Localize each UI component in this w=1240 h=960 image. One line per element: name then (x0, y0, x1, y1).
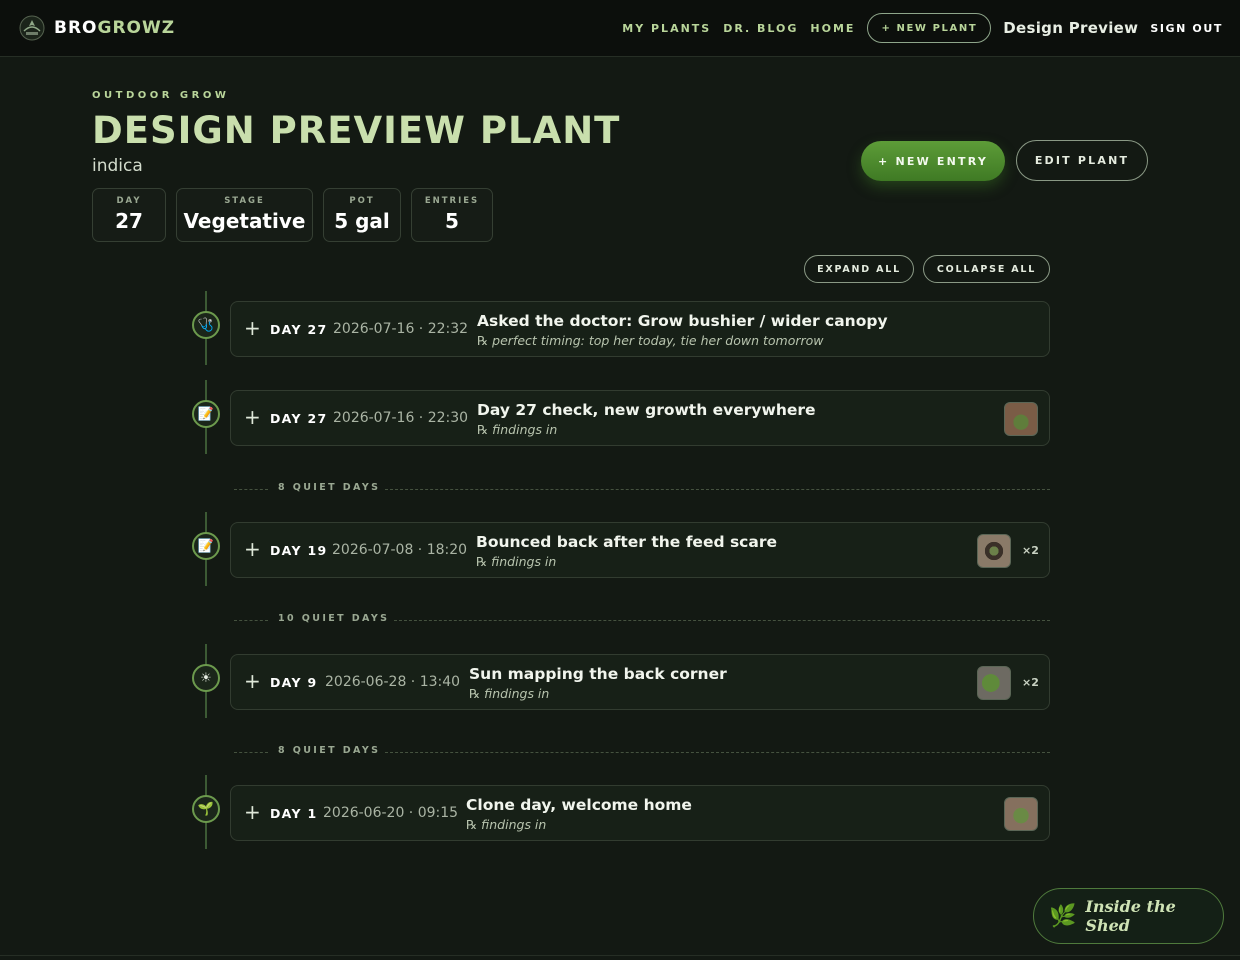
divider-line (385, 489, 1050, 490)
entry-day: DAY 27 (270, 322, 328, 337)
quiet-days-divider: 8 QUIET DAYS (234, 482, 1050, 496)
entry-date: 2026-06-20 · 09:15 (323, 805, 459, 821)
photo-thumbnail[interactable] (1004, 797, 1038, 831)
timeline-entry[interactable]: + DAY 1 2026-06-20 · 09:15 Clone day, welco… (230, 785, 1050, 841)
stat-label: POT (349, 196, 375, 206)
photo-count: ×2 (1022, 544, 1039, 557)
entry-title: Asked the doctor: Grow bushier / wider c… (477, 312, 888, 330)
brand-name: BROGROWZ (54, 18, 176, 38)
timeline-entry[interactable]: + DAY 27 2026-07-16 · 22:32 Asked the docto… (230, 301, 1050, 357)
quiet-days-label: 8 QUIET DAYS (278, 745, 381, 756)
brand-logo-icon (19, 15, 45, 41)
photo-thumbnail[interactable] (977, 534, 1011, 568)
nav-link-my-plants[interactable]: MY PLANTS (622, 22, 711, 35)
divider-line (234, 620, 268, 621)
expand-plus-icon[interactable]: + (244, 800, 261, 824)
divider-line (234, 752, 268, 753)
expand-plus-icon[interactable]: + (244, 537, 261, 561)
nav-new-plant-button[interactable]: + NEW PLANT (867, 13, 992, 43)
entry-day: DAY 1 (270, 806, 318, 821)
brand[interactable]: BROGROWZ (18, 14, 175, 42)
stat-label: STAGE (224, 196, 265, 206)
entry-subtitle: ℞ findings in (466, 817, 547, 832)
stat-card-stage: STAGE Vegetative (176, 188, 313, 242)
stat-card-pot: POT 5 gal (323, 188, 401, 242)
stat-cards: DAY 27 STAGE Vegetative POT 5 gal ENTRIE… (92, 188, 493, 242)
expand-plus-icon[interactable]: + (244, 669, 261, 693)
expand-plus-icon[interactable]: + (244, 405, 261, 429)
stat-value: Vegetative (183, 209, 306, 233)
photo-count: ×2 (1022, 676, 1039, 689)
entry-day: DAY 27 (270, 411, 328, 426)
entry-date: 2026-06-28 · 13:40 (325, 674, 461, 690)
entry-date: 2026-07-16 · 22:32 (333, 321, 469, 337)
entry-title: Sun mapping the back corner (469, 665, 727, 683)
stat-value: 5 (445, 209, 459, 233)
nav-user-name[interactable]: Design Preview (1003, 19, 1138, 37)
entry-subtitle: ℞ findings in (469, 686, 550, 701)
seedling-icon: 🌱 (192, 795, 220, 823)
inside-the-shed-label: Inside the Shed (1085, 897, 1176, 935)
entry-date: 2026-07-08 · 18:20 (332, 542, 468, 558)
stat-card-entries: ENTRIES 5 (411, 188, 493, 242)
stat-label: DAY (116, 196, 142, 206)
collapse-all-button[interactable]: COLLAPSE ALL (923, 255, 1050, 283)
notepad-icon: 📝 (192, 532, 220, 560)
entry-title: Bounced back after the feed scare (476, 533, 777, 551)
nav-link-dr-blog[interactable]: DR. BLOG (723, 22, 798, 35)
nav-link-home[interactable]: HOME (810, 22, 855, 35)
edit-plant-button[interactable]: EDIT PLANT (1016, 140, 1148, 181)
divider-line (385, 752, 1050, 753)
quiet-days-label: 10 QUIET DAYS (278, 613, 390, 624)
entry-subtitle: ℞ findings in (477, 422, 558, 437)
grow-type-kicker: OUTDOOR GROW (92, 90, 230, 101)
entry-subtitle: ℞ findings in (476, 554, 557, 569)
timeline-entry[interactable]: + DAY 27 2026-07-16 · 22:30 Day 27 check, n… (230, 390, 1050, 446)
top-nav: BROGROWZ MY PLANTS DR. BLOG HOME + NEW P… (0, 0, 1240, 57)
entry-title: Day 27 check, new growth everywhere (477, 401, 816, 419)
photo-thumbnail[interactable] (977, 666, 1011, 700)
new-entry-button[interactable]: + NEW ENTRY (861, 141, 1005, 181)
expand-all-button[interactable]: EXPAND ALL (804, 255, 914, 283)
entry-day: DAY 9 (270, 675, 318, 690)
stat-value: 27 (115, 209, 143, 233)
leaf-icon: 🌿 (1049, 903, 1077, 929)
footer-divider (0, 955, 1240, 956)
strain-label: indica (92, 156, 143, 176)
expand-plus-icon[interactable]: + (244, 316, 261, 340)
entry-subtitle: ℞ perfect timing: top her today, tie her… (477, 333, 824, 348)
inside-the-shed-badge[interactable]: 🌿 Inside the Shed (1033, 888, 1224, 944)
stethoscope-icon: 🩺 (192, 311, 220, 339)
divider-line (394, 620, 1050, 621)
photo-thumbnail[interactable] (1004, 402, 1038, 436)
divider-line (234, 489, 268, 490)
entry-day: DAY 19 (270, 543, 328, 558)
quiet-days-divider: 10 QUIET DAYS (234, 613, 1050, 627)
entry-title: Clone day, welcome home (466, 796, 692, 814)
stat-label: ENTRIES (424, 196, 480, 206)
stat-card-day: DAY 27 (92, 188, 166, 242)
nav-links: MY PLANTS DR. BLOG HOME + NEW PLANT Desi… (622, 13, 1223, 43)
stat-value: 5 gal (334, 209, 390, 233)
timeline-entry[interactable]: + DAY 9 2026-06-28 · 13:40 Sun mapping the … (230, 654, 1050, 710)
timeline-entry[interactable]: + DAY 19 2026-07-08 · 18:20 Bounced back af… (230, 522, 1050, 578)
notepad-icon: 📝 (192, 400, 220, 428)
quiet-days-divider: 8 QUIET DAYS (234, 745, 1050, 759)
quiet-days-label: 8 QUIET DAYS (278, 482, 381, 493)
sun-icon: ☀ (192, 664, 220, 692)
entry-date: 2026-07-16 · 22:30 (333, 410, 469, 426)
page-title: DESIGN PREVIEW PLANT (92, 109, 621, 152)
sign-out-link[interactable]: SIGN OUT (1150, 22, 1223, 35)
